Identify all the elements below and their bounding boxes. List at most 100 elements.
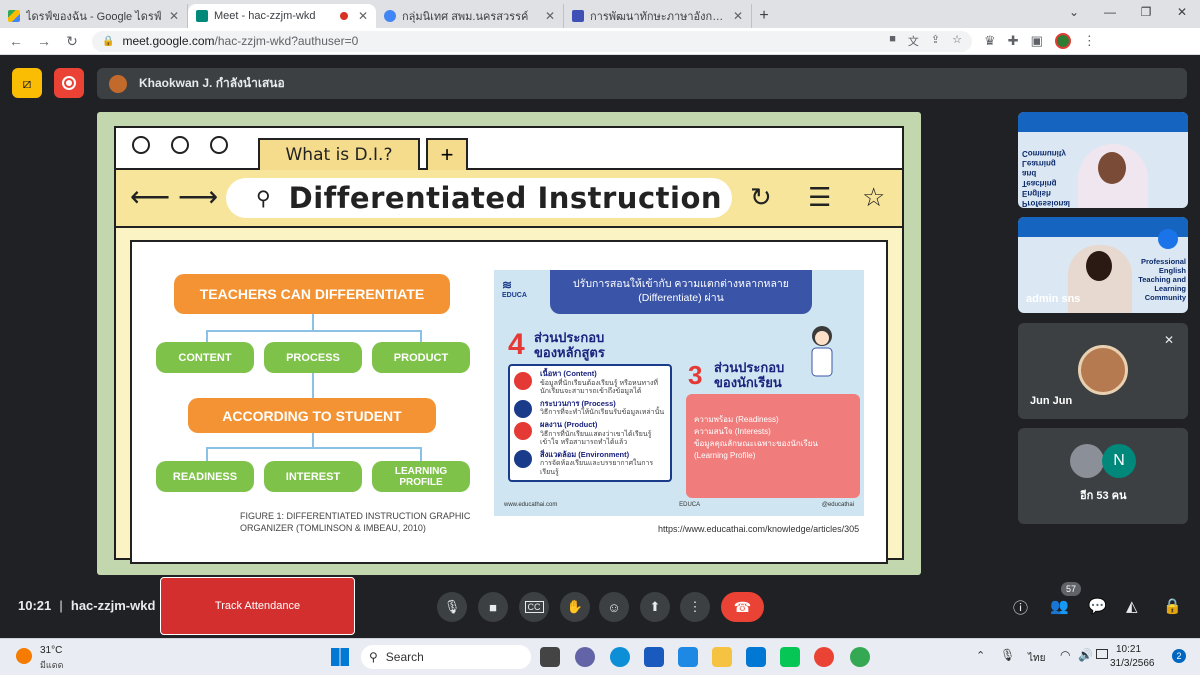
activities-icon[interactable]: ◭ xyxy=(1126,597,1138,615)
tab-supervision[interactable]: กลุ่มนิเทศ สพม.นครสวรรค์ ✕ xyxy=(376,4,564,28)
mail-icon[interactable] xyxy=(746,647,766,667)
tab-search-icon[interactable]: ⌄ xyxy=(1056,0,1092,26)
line-icon[interactable] xyxy=(780,647,800,667)
tile-banner xyxy=(1018,112,1188,132)
present-icon: ⬆ xyxy=(649,599,661,614)
battery-icon[interactable] xyxy=(1096,649,1108,659)
sidepanel-icon[interactable]: ▣ xyxy=(1031,33,1043,49)
close-icon[interactable]: ✕ xyxy=(733,9,743,23)
taskbar-search-label: Search xyxy=(385,650,424,664)
according-box: ACCORDING TO STUDENT xyxy=(188,398,436,433)
stop-presenting-button[interactable]: ⧄ xyxy=(12,68,42,98)
teams-icon[interactable] xyxy=(575,647,595,667)
participant-tile-others[interactable]: N อีก 53 คน xyxy=(1018,428,1188,524)
address-bar: ← → ↻ 🔒 meet.google.com/hac-zzjm-wkd?aut… xyxy=(0,28,1200,55)
search-icon: ⚲ xyxy=(256,187,271,210)
close-icon[interactable]: ✕ xyxy=(169,9,179,23)
url-field[interactable]: 🔒 meet.google.com/hac-zzjm-wkd?authuser=… xyxy=(92,30,972,52)
mic-off-icon: ✕ xyxy=(1163,333,1174,347)
notification-badge[interactable]: 2 xyxy=(1172,649,1186,663)
hangup-icon: ☎ xyxy=(733,598,752,615)
list-item: เนื้อหา (Content) ข้อมูลที่นักเรียนต้องเร… xyxy=(540,369,659,396)
emoji-button[interactable]: ☺ xyxy=(599,592,629,622)
meet-icon xyxy=(196,10,208,22)
mockup-navbar: ⟵ ⟶ ⚲ Differentiated Instruction ↻ ☰ ☆ xyxy=(116,170,902,228)
tab-meet[interactable]: Meet - hac-zzjm-wkd ✕ xyxy=(188,4,376,28)
minimize-icon[interactable]: — xyxy=(1092,0,1128,26)
host-controls-icon[interactable]: 🔒 xyxy=(1163,597,1182,615)
educa-logo-mark-icon: ≋ xyxy=(502,278,513,292)
clock-date[interactable]: 31/3/2566 xyxy=(1110,658,1155,669)
weather-temp[interactable]: 31°C xyxy=(40,645,62,656)
taskview-icon[interactable] xyxy=(540,647,560,667)
menu-kebab-icon[interactable]: ⋮ xyxy=(1083,33,1096,49)
participant-name: admin sns xyxy=(1026,293,1081,305)
info-icon[interactable]: ⓘ xyxy=(1013,597,1028,618)
tray-mic-icon[interactable]: 🎙 xyxy=(1000,648,1015,662)
start-windows-icon[interactable] xyxy=(331,648,349,666)
camera-button[interactable]: ■ xyxy=(478,592,508,622)
face-avatar xyxy=(1098,152,1126,184)
speaking-indicator-icon xyxy=(1158,229,1178,249)
back-icon[interactable]: ← xyxy=(4,33,28,49)
mockup-dot-icon xyxy=(210,136,228,154)
app-l-icon[interactable] xyxy=(678,647,698,667)
more-vert-icon: ⋮ xyxy=(688,599,702,614)
educa-title: ปรับการสอนให้เข้ากับ ความแตกต่างหลากหลาย… xyxy=(550,270,812,314)
captions-button[interactable]: CC xyxy=(519,592,549,622)
tray-chevron-icon[interactable]: ⌃ xyxy=(976,649,985,662)
source-url: https://www.educathai.com/knowledge/arti… xyxy=(658,524,860,534)
close-window-icon[interactable]: ✕ xyxy=(1164,0,1200,26)
edge-icon[interactable] xyxy=(610,647,630,667)
product-icon xyxy=(514,422,532,440)
chrome-icon[interactable] xyxy=(814,647,834,667)
restore-icon[interactable]: ❐ xyxy=(1128,0,1164,26)
taskbar-search[interactable]: ⚲ Search xyxy=(361,645,531,669)
chrome-active-icon[interactable] xyxy=(850,647,870,667)
close-icon[interactable]: ✕ xyxy=(358,9,368,23)
participant-tile-junjun[interactable]: ✕ Jun Jun xyxy=(1018,323,1188,419)
more-options-button[interactable]: ⋮ xyxy=(680,592,710,622)
tile-slide-text: Professional English Teaching and Learni… xyxy=(1138,257,1186,302)
present-button[interactable]: ⬆ xyxy=(640,592,670,622)
participant-tile-presentation[interactable]: Professional English Teaching and Learni… xyxy=(1018,112,1188,208)
file-explorer-icon[interactable] xyxy=(712,647,732,667)
volume-icon[interactable]: 🔊 xyxy=(1078,648,1093,662)
figure-caption: FIGURE 1: DIFFERENTIATED INSTRUCTION GRA… xyxy=(240,511,471,533)
list-item: ความสนใจ (Interests) xyxy=(694,427,771,436)
extension-icon[interactable]: ♛ xyxy=(984,33,996,49)
wifi-icon[interactable]: ◠ xyxy=(1060,648,1070,662)
connector-line xyxy=(206,447,208,461)
close-icon[interactable]: ✕ xyxy=(545,9,555,23)
record-button[interactable] xyxy=(54,68,84,98)
language-indicator[interactable]: ไทย xyxy=(1028,651,1045,666)
puzzle-icon[interactable]: ✚ xyxy=(1008,33,1019,49)
bookmark-star-icon[interactable]: ☆ xyxy=(952,33,962,49)
microphone-button[interactable]: 🎙 xyxy=(437,592,467,622)
tab-english[interactable]: การพัฒนาทักษะภาษาอังกฤษ English ✕ xyxy=(564,4,752,28)
camera-icon[interactable]: ■ xyxy=(889,33,896,49)
share-icon[interactable]: ⇪ xyxy=(931,33,940,49)
educa-curriculum-list: เนื้อหา (Content) ข้อมูลที่นักเรียนต้องเร… xyxy=(508,364,672,482)
raise-hand-button[interactable]: ✋ xyxy=(560,592,590,622)
tab-google-drive[interactable]: ไดรฟ์ของฉัน - Google ไดรฟ์ ✕ xyxy=(0,4,188,28)
record-icon xyxy=(62,76,76,90)
word-icon[interactable] xyxy=(644,647,664,667)
track-attendance-button[interactable]: Track Attendance xyxy=(160,577,355,635)
profile-avatar[interactable] xyxy=(1054,33,1071,49)
translate-icon[interactable]: 文 xyxy=(908,33,919,49)
others-count: อีก 53 คน xyxy=(1080,490,1127,502)
slide-title: Differentiated Instruction xyxy=(288,181,723,215)
people-icon[interactable]: 👥 xyxy=(1050,597,1069,615)
windows-taskbar: 31°C มีแดด ⚲ Search ⌃ 🎙 ไทย ◠ 🔊 10:21 31… xyxy=(0,638,1200,675)
leave-call-button[interactable]: ☎ xyxy=(721,592,764,622)
connector-line xyxy=(420,330,422,342)
participant-tile-admin[interactable]: Professional English Teaching and Learni… xyxy=(1018,217,1188,313)
educa-footer-web: www.educathai.com xyxy=(504,502,558,508)
new-tab-button[interactable]: + xyxy=(752,4,776,28)
clock-time[interactable]: 10:21 xyxy=(1116,644,1141,655)
reload-icon[interactable]: ↻ xyxy=(60,33,84,50)
forward-icon[interactable]: → xyxy=(32,33,56,49)
mockup-star-icon: ☆ xyxy=(862,182,886,212)
chat-icon[interactable]: 💬 xyxy=(1088,597,1107,615)
